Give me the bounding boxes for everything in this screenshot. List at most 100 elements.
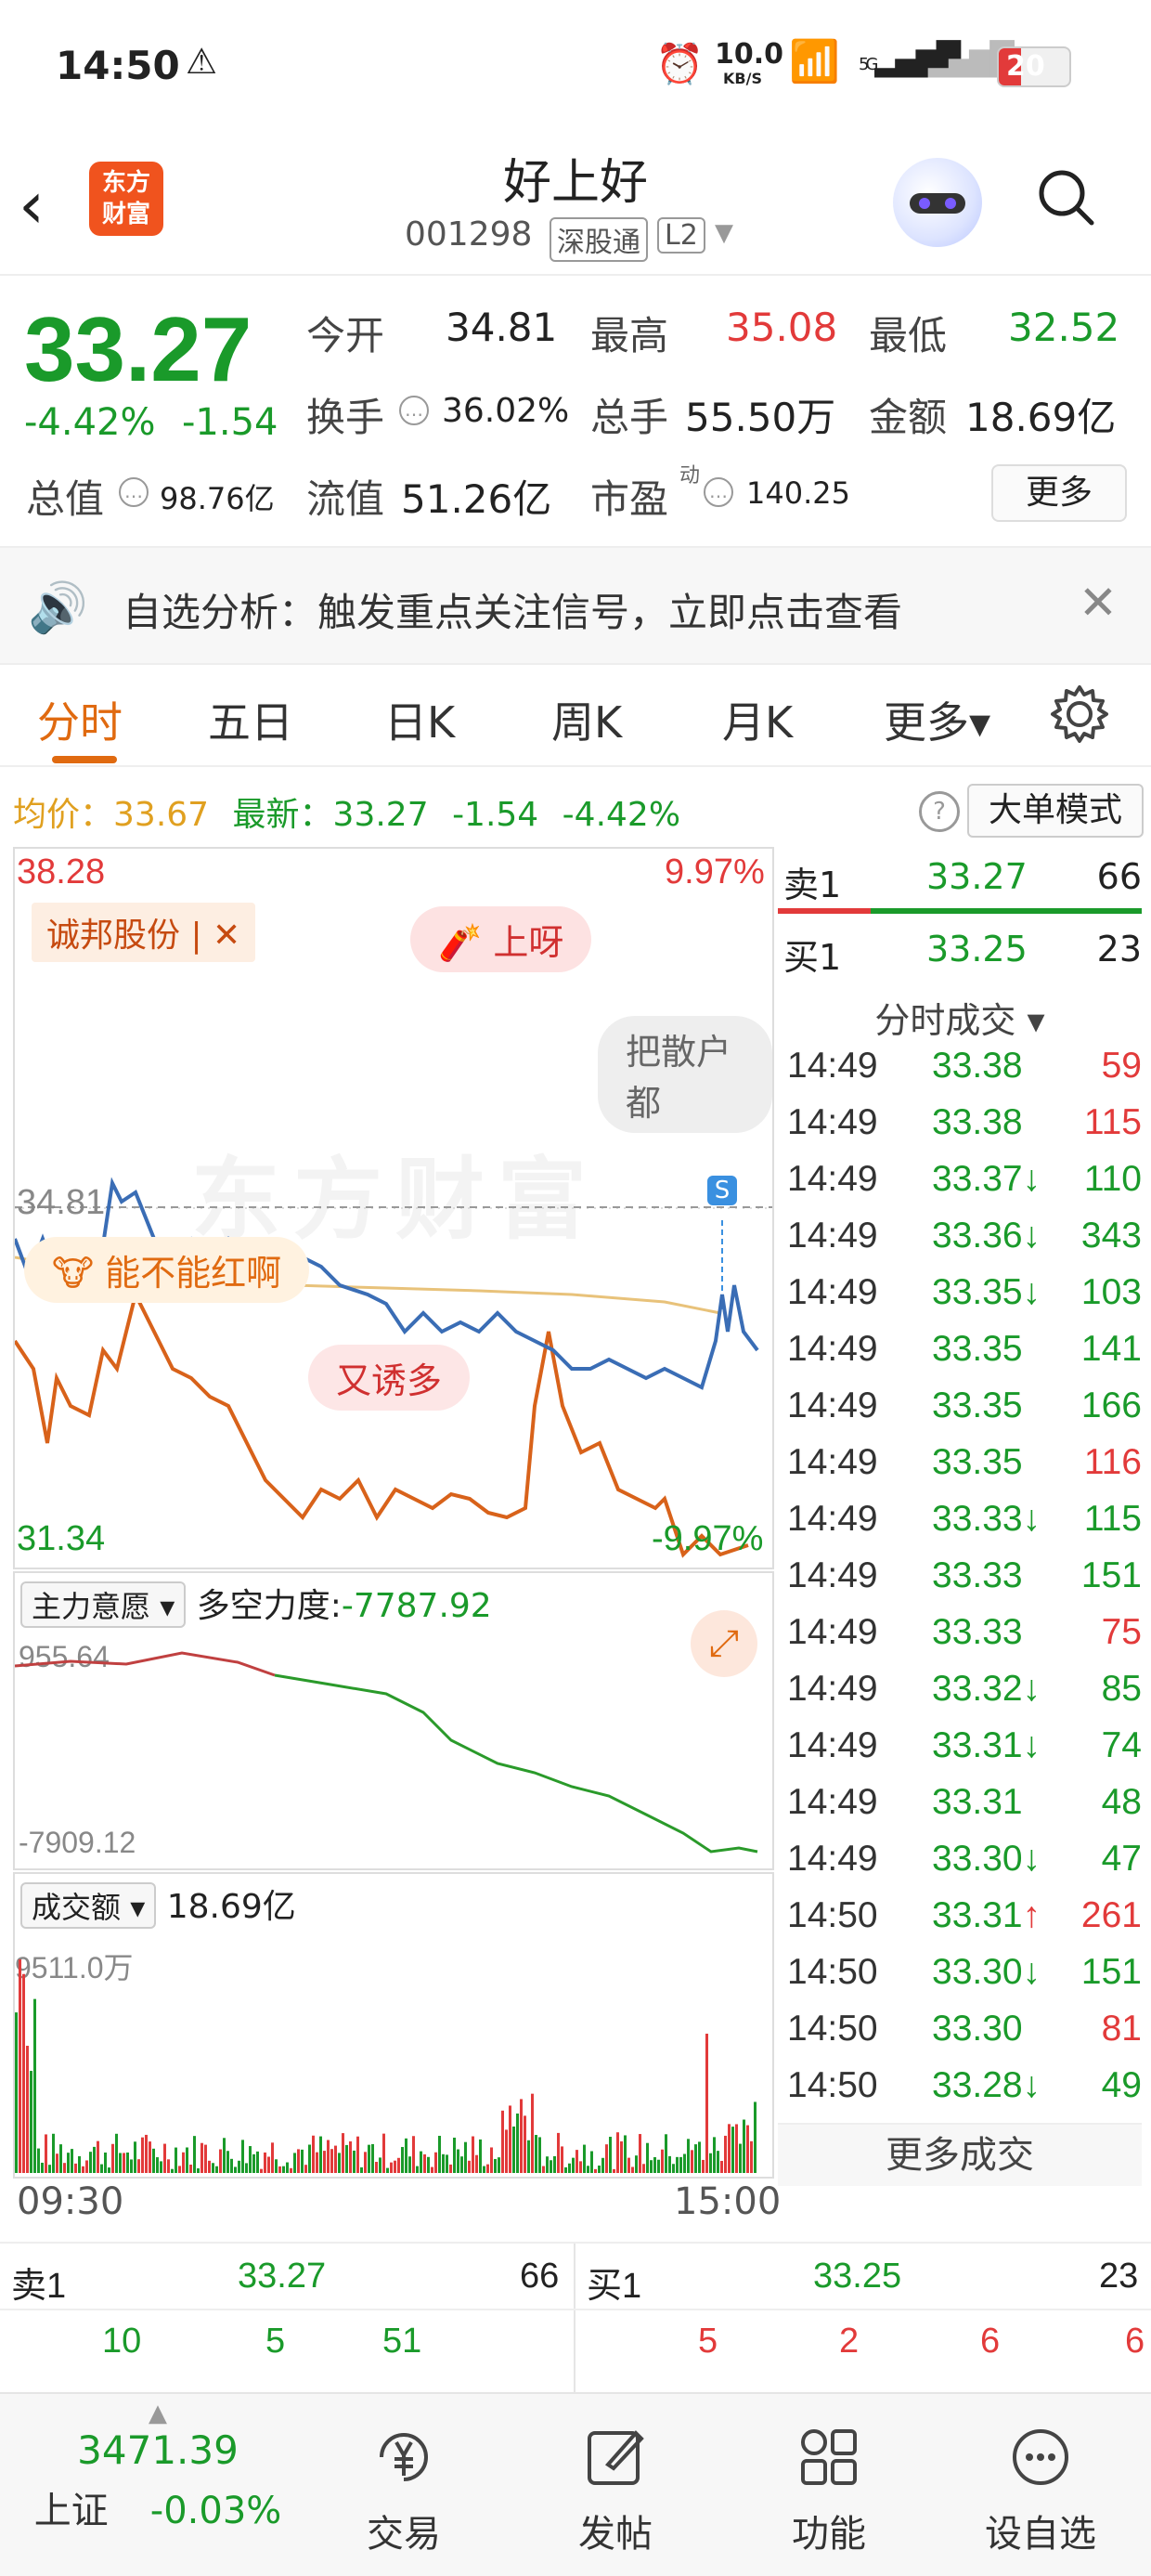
trade-price-value: 33.33: [932, 1499, 1023, 1539]
index-ticker[interactable]: ▲ 3471.39 上证 -0.03%: [19, 2394, 297, 2534]
nav-functions[interactable]: 功能: [722, 2394, 936, 2557]
volume-bar: [371, 2143, 374, 2173]
trade-volume: 81: [1101, 2009, 1142, 2049]
volume-bar: [498, 2157, 500, 2173]
trade-price: 33.31: [932, 1782, 1023, 1823]
volume-bar: [111, 2143, 114, 2173]
sell1-volume: 66: [1096, 856, 1142, 897]
trade-row: 14:49 33.36↓ 343: [787, 1216, 1142, 1272]
trade-marker[interactable]: S: [707, 1176, 737, 1205]
volume-bar: [661, 2149, 664, 2173]
gear-icon[interactable]: [1049, 683, 1110, 745]
sell-bar: [778, 908, 871, 914]
trade-row: 14:50 33.31↑ 261: [787, 1895, 1142, 1952]
arrow-down-icon: ↓: [1022, 1159, 1041, 1199]
volume-bar: [457, 2149, 459, 2173]
mktcap-value: 98.76亿: [160, 481, 275, 516]
time-start: 09:30: [17, 2180, 124, 2223]
tab-intraday[interactable]: 分时: [37, 689, 123, 750]
volume-bar: [115, 2133, 118, 2173]
chart-top-price: 38.28: [17, 852, 106, 891]
volume-bar: [304, 2165, 307, 2173]
close-icon[interactable]: ✕: [1079, 576, 1118, 630]
big-order-mode-button[interactable]: 大单模式: [967, 784, 1144, 838]
nav-post[interactable]: 发帖: [509, 2394, 722, 2557]
volume-bar: [486, 2164, 489, 2173]
volume-bar: [746, 2125, 749, 2173]
volume-bar: [705, 2034, 708, 2173]
volume-bar: [546, 2156, 549, 2173]
volume-bar: [434, 2152, 437, 2173]
tick-trades-header[interactable]: 分时成交 ▾: [778, 992, 1142, 1043]
trade-row: 14:49 33.30↓ 47: [787, 1839, 1142, 1895]
volume-bar: [427, 2156, 430, 2173]
volume-bar: [702, 2159, 705, 2173]
arrow-down-icon: ↓: [1022, 1839, 1041, 1879]
arrow-down-icon: ↓: [1022, 1216, 1041, 1255]
trade-time: 14:49: [787, 1329, 878, 1369]
trade-price-value: 33.35: [932, 1329, 1023, 1369]
book-buy-sub: 6: [980, 2322, 1001, 2361]
trade-price: 33.30↓: [932, 1839, 1041, 1880]
open-value: 34.81: [446, 305, 558, 350]
trade-price: 33.31↓: [932, 1725, 1041, 1766]
volume-bar: [501, 2110, 504, 2173]
tab-monthly-k[interactable]: 月K: [722, 689, 793, 750]
expand-icon[interactable]: ⤢: [691, 1610, 757, 1677]
robot-assistant-icon[interactable]: [893, 158, 982, 247]
tab-more[interactable]: 更多▾: [884, 689, 990, 750]
volume-bar: [583, 2144, 586, 2173]
info-icon[interactable]: …: [399, 396, 429, 425]
alert-text[interactable]: 自选分析：触发重点关注信号，立即点击查看: [123, 581, 902, 638]
info-icon[interactable]: …: [704, 477, 733, 507]
nav-add-watchlist[interactable]: 设自选: [934, 2394, 1147, 2557]
open-label: 今开: [306, 313, 385, 358]
info-icon[interactable]: …: [119, 477, 149, 507]
comment-bubble[interactable]: 把散户都: [598, 1016, 772, 1133]
comment-bubble[interactable]: 又诱多: [308, 1345, 471, 1411]
trade-price-value: 33.33: [932, 1555, 1023, 1595]
trade-row: 14:49 33.33 75: [787, 1612, 1142, 1669]
help-icon[interactable]: ?: [919, 791, 960, 832]
arrow-up-icon: ↑: [1022, 1895, 1041, 1935]
battery-icon: 20: [997, 46, 1071, 87]
volume-bar: [353, 2150, 356, 2173]
volume-bar: [557, 2132, 560, 2173]
comment-bubble[interactable]: 🧨 上呀: [410, 906, 592, 972]
tab-five-day[interactable]: 五日: [208, 689, 293, 750]
nav-label: 交易: [367, 2513, 441, 2556]
tab-daily-k[interactable]: 日K: [384, 689, 455, 750]
trade-price: 33.38: [932, 1102, 1023, 1143]
arrow-down-icon: ↓: [1022, 2065, 1041, 2105]
chart-ref-price: 34.81: [17, 1183, 106, 1222]
volume-bar: [145, 2134, 148, 2173]
compare-stock-chip[interactable]: 诚邦股份 | ✕: [32, 903, 256, 962]
search-icon[interactable]: [1036, 167, 1095, 227]
buy1-volume: 23: [1096, 929, 1142, 969]
trade-price: 33.30: [932, 2009, 1023, 2049]
volume-bar: [330, 2149, 333, 2173]
trade-time: 14:49: [787, 1272, 878, 1312]
more-trades-button[interactable]: 更多成交: [778, 2123, 1142, 2186]
volume-bar: [219, 2149, 222, 2173]
connect-tag: 深股通: [550, 217, 648, 262]
trade-price: 33.35: [932, 1329, 1023, 1370]
volume-bar: [739, 2143, 742, 2173]
more-button[interactable]: 更多: [991, 464, 1127, 522]
volume-bar: [71, 2149, 73, 2173]
volume-bar: [687, 2139, 690, 2173]
app-logo: 东方 财富: [89, 162, 163, 236]
sell1-price: 33.27: [926, 856, 1028, 897]
nav-trade[interactable]: 交易: [297, 2394, 511, 2557]
triangle-down-icon[interactable]: ▼: [715, 219, 733, 247]
trade-time: 14:49: [787, 1442, 878, 1482]
volume-bar: [460, 2156, 463, 2173]
intraday-chart[interactable]: 东方财富 38.28 9.97% 34.81 31.34 -9.97% 诚邦股份…: [13, 847, 774, 1569]
volume-bar: [382, 2133, 385, 2173]
chevron-left-icon[interactable]: ‹: [19, 167, 45, 243]
tab-weekly-k[interactable]: 周K: [551, 689, 622, 750]
alert-banner[interactable]: 🔊 自选分析：触发重点关注信号，立即点击查看 ✕: [0, 546, 1151, 665]
trade-time: 14:49: [787, 1839, 878, 1879]
comment-bubble[interactable]: 🐮 能不能红啊: [24, 1237, 310, 1303]
trade-row: 14:49 33.38 59: [787, 1046, 1142, 1102]
